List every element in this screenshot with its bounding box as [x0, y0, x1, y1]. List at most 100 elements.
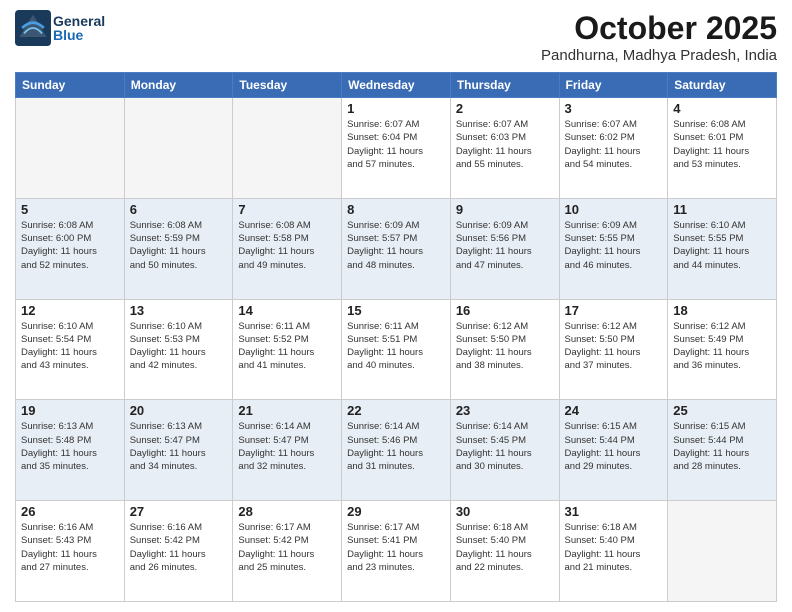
day-number: 15 — [347, 303, 445, 318]
day-number: 5 — [21, 202, 119, 217]
day-of-week-tuesday: Tuesday — [233, 73, 342, 98]
page: General Blue October 2025 Pandhurna, Mad… — [0, 0, 792, 612]
day-of-week-monday: Monday — [124, 73, 233, 98]
calendar-cell: 15Sunrise: 6:11 AM Sunset: 5:51 PM Dayli… — [342, 299, 451, 400]
calendar-cell: 9 Sunrise: 6:09 AM Sunset: 5:56 PM Daylig… — [450, 198, 559, 299]
day-number: 17 — [565, 303, 663, 318]
header: General Blue October 2025 Pandhurna, Mad… — [15, 10, 777, 64]
calendar-cell: 6 Sunrise: 6:08 AM Sunset: 5:59 PM Daylig… — [124, 198, 233, 299]
day-number: 9 — [456, 202, 554, 217]
calendar-cell: 24Sunrise: 6:15 AM Sunset: 5:44 PM Dayli… — [559, 400, 668, 501]
calendar-cell: 28 Sunrise: 6:17 AM Sunset: 5:42 PM Dayli… — [233, 501, 342, 602]
day-info: Sunrise: 6:13 AM Sunset: 5:47 PM Dayligh… — [130, 420, 228, 473]
day-number: 11 — [673, 202, 771, 217]
calendar-cell: 31 Sunrise: 6:18 AM Sunset: 5:40 PM Dayli… — [559, 501, 668, 602]
day-info: Sunrise: 6:09 AM Sunset: 5:57 PM Dayligh… — [347, 219, 445, 272]
day-number: 27 — [130, 504, 228, 519]
day-number: 19 — [21, 403, 119, 418]
calendar-cell: 22Sunrise: 6:14 AM Sunset: 5:46 PM Dayli… — [342, 400, 451, 501]
calendar-cell: 11 Sunrise: 6:10 AM Sunset: 5:55 PM Dayli… — [668, 198, 777, 299]
day-info: Sunrise: 6:09 AM Sunset: 5:56 PM Dayligh… — [456, 219, 554, 272]
calendar-cell: 29Sunrise: 6:17 AM Sunset: 5:41 PM Dayli… — [342, 501, 451, 602]
calendar-cell: 18Sunrise: 6:12 AM Sunset: 5:49 PM Dayli… — [668, 299, 777, 400]
calendar-cell: 13Sunrise: 6:10 AM Sunset: 5:53 PM Dayli… — [124, 299, 233, 400]
day-info: Sunrise: 6:15 AM Sunset: 5:44 PM Dayligh… — [565, 420, 663, 473]
day-number: 6 — [130, 202, 228, 217]
day-number: 23 — [456, 403, 554, 418]
calendar-cell — [16, 98, 125, 199]
calendar-cell: 10 Sunrise: 6:09 AM Sunset: 5:55 PM Dayli… — [559, 198, 668, 299]
calendar-cell: 8 Sunrise: 6:09 AM Sunset: 5:57 PM Daylig… — [342, 198, 451, 299]
day-info: Sunrise: 6:16 AM Sunset: 5:42 PM Dayligh… — [130, 521, 228, 574]
logo-general: General — [53, 14, 105, 28]
day-of-week-saturday: Saturday — [668, 73, 777, 98]
day-info: Sunrise: 6:16 AM Sunset: 5:43 PM Dayligh… — [21, 521, 119, 574]
day-info: Sunrise: 6:07 AM Sunset: 6:03 PM Dayligh… — [456, 118, 554, 171]
day-info: Sunrise: 6:14 AM Sunset: 5:45 PM Dayligh… — [456, 420, 554, 473]
location: Pandhurna, Madhya Pradesh, India — [541, 47, 777, 64]
day-info: Sunrise: 6:08 AM Sunset: 6:00 PM Dayligh… — [21, 219, 119, 272]
day-number: 30 — [456, 504, 554, 519]
day-info: Sunrise: 6:18 AM Sunset: 5:40 PM Dayligh… — [456, 521, 554, 574]
calendar-cell: 7Sunrise: 6:08 AM Sunset: 5:58 PM Daylig… — [233, 198, 342, 299]
logo-icon — [15, 10, 51, 46]
day-info: Sunrise: 6:12 AM Sunset: 5:50 PM Dayligh… — [456, 320, 554, 373]
day-info: Sunrise: 6:18 AM Sunset: 5:40 PM Dayligh… — [565, 521, 663, 574]
day-of-week-wednesday: Wednesday — [342, 73, 451, 98]
month-title: October 2025 — [541, 10, 777, 47]
days-of-week-row: SundayMondayTuesdayWednesdayThursdayFrid… — [16, 73, 777, 98]
calendar-cell — [124, 98, 233, 199]
day-info: Sunrise: 6:13 AM Sunset: 5:48 PM Dayligh… — [21, 420, 119, 473]
day-info: Sunrise: 6:14 AM Sunset: 5:47 PM Dayligh… — [238, 420, 336, 473]
calendar-cell: 3Sunrise: 6:07 AM Sunset: 6:02 PM Daylig… — [559, 98, 668, 199]
day-number: 25 — [673, 403, 771, 418]
calendar-cell: 30 Sunrise: 6:18 AM Sunset: 5:40 PM Dayli… — [450, 501, 559, 602]
day-info: Sunrise: 6:09 AM Sunset: 5:55 PM Dayligh… — [565, 219, 663, 272]
day-info: Sunrise: 6:12 AM Sunset: 5:50 PM Dayligh… — [565, 320, 663, 373]
day-number: 21 — [238, 403, 336, 418]
day-number: 10 — [565, 202, 663, 217]
day-number: 31 — [565, 504, 663, 519]
day-number: 16 — [456, 303, 554, 318]
calendar-cell: 27 Sunrise: 6:16 AM Sunset: 5:42 PM Dayli… — [124, 501, 233, 602]
day-number: 8 — [347, 202, 445, 217]
calendar-cell: 19 Sunrise: 6:13 AM Sunset: 5:48 PM Dayli… — [16, 400, 125, 501]
day-number: 14 — [238, 303, 336, 318]
day-info: Sunrise: 6:08 AM Sunset: 5:59 PM Dayligh… — [130, 219, 228, 272]
logo-text: General Blue — [53, 14, 105, 42]
day-info: Sunrise: 6:07 AM Sunset: 6:02 PM Dayligh… — [565, 118, 663, 171]
day-number: 4 — [673, 101, 771, 116]
calendar-cell: 14 Sunrise: 6:11 AM Sunset: 5:52 PM Dayli… — [233, 299, 342, 400]
day-number: 22 — [347, 403, 445, 418]
day-info: Sunrise: 6:15 AM Sunset: 5:44 PM Dayligh… — [673, 420, 771, 473]
week-row-3: 12 Sunrise: 6:10 AM Sunset: 5:54 PM Dayli… — [16, 299, 777, 400]
day-info: Sunrise: 6:11 AM Sunset: 5:52 PM Dayligh… — [238, 320, 336, 373]
calendar-cell: 21 Sunrise: 6:14 AM Sunset: 5:47 PM Dayli… — [233, 400, 342, 501]
week-row-5: 26 Sunrise: 6:16 AM Sunset: 5:43 PM Dayli… — [16, 501, 777, 602]
calendar-cell — [233, 98, 342, 199]
day-number: 26 — [21, 504, 119, 519]
logo-blue: Blue — [53, 28, 105, 42]
week-row-1: 1Sunrise: 6:07 AM Sunset: 6:04 PM Daylig… — [16, 98, 777, 199]
title-section: October 2025 Pandhurna, Madhya Pradesh, … — [541, 10, 777, 64]
day-of-week-friday: Friday — [559, 73, 668, 98]
day-number: 1 — [347, 101, 445, 116]
day-number: 20 — [130, 403, 228, 418]
week-row-4: 19 Sunrise: 6:13 AM Sunset: 5:48 PM Dayli… — [16, 400, 777, 501]
calendar-cell: 25 Sunrise: 6:15 AM Sunset: 5:44 PM Dayli… — [668, 400, 777, 501]
day-info: Sunrise: 6:10 AM Sunset: 5:55 PM Dayligh… — [673, 219, 771, 272]
calendar-cell: 26 Sunrise: 6:16 AM Sunset: 5:43 PM Dayli… — [16, 501, 125, 602]
calendar-cell: 16 Sunrise: 6:12 AM Sunset: 5:50 PM Dayli… — [450, 299, 559, 400]
day-info: Sunrise: 6:17 AM Sunset: 5:42 PM Dayligh… — [238, 521, 336, 574]
day-info: Sunrise: 6:08 AM Sunset: 6:01 PM Dayligh… — [673, 118, 771, 171]
day-info: Sunrise: 6:10 AM Sunset: 5:54 PM Dayligh… — [21, 320, 119, 373]
day-number: 12 — [21, 303, 119, 318]
day-number: 28 — [238, 504, 336, 519]
calendar-body: 1Sunrise: 6:07 AM Sunset: 6:04 PM Daylig… — [16, 98, 777, 602]
day-info: Sunrise: 6:08 AM Sunset: 5:58 PM Dayligh… — [238, 219, 336, 272]
week-row-2: 5 Sunrise: 6:08 AM Sunset: 6:00 PM Daylig… — [16, 198, 777, 299]
day-info: Sunrise: 6:10 AM Sunset: 5:53 PM Dayligh… — [130, 320, 228, 373]
calendar-header: SundayMondayTuesdayWednesdayThursdayFrid… — [16, 73, 777, 98]
calendar: SundayMondayTuesdayWednesdayThursdayFrid… — [15, 72, 777, 602]
calendar-cell: 23 Sunrise: 6:14 AM Sunset: 5:45 PM Dayli… — [450, 400, 559, 501]
